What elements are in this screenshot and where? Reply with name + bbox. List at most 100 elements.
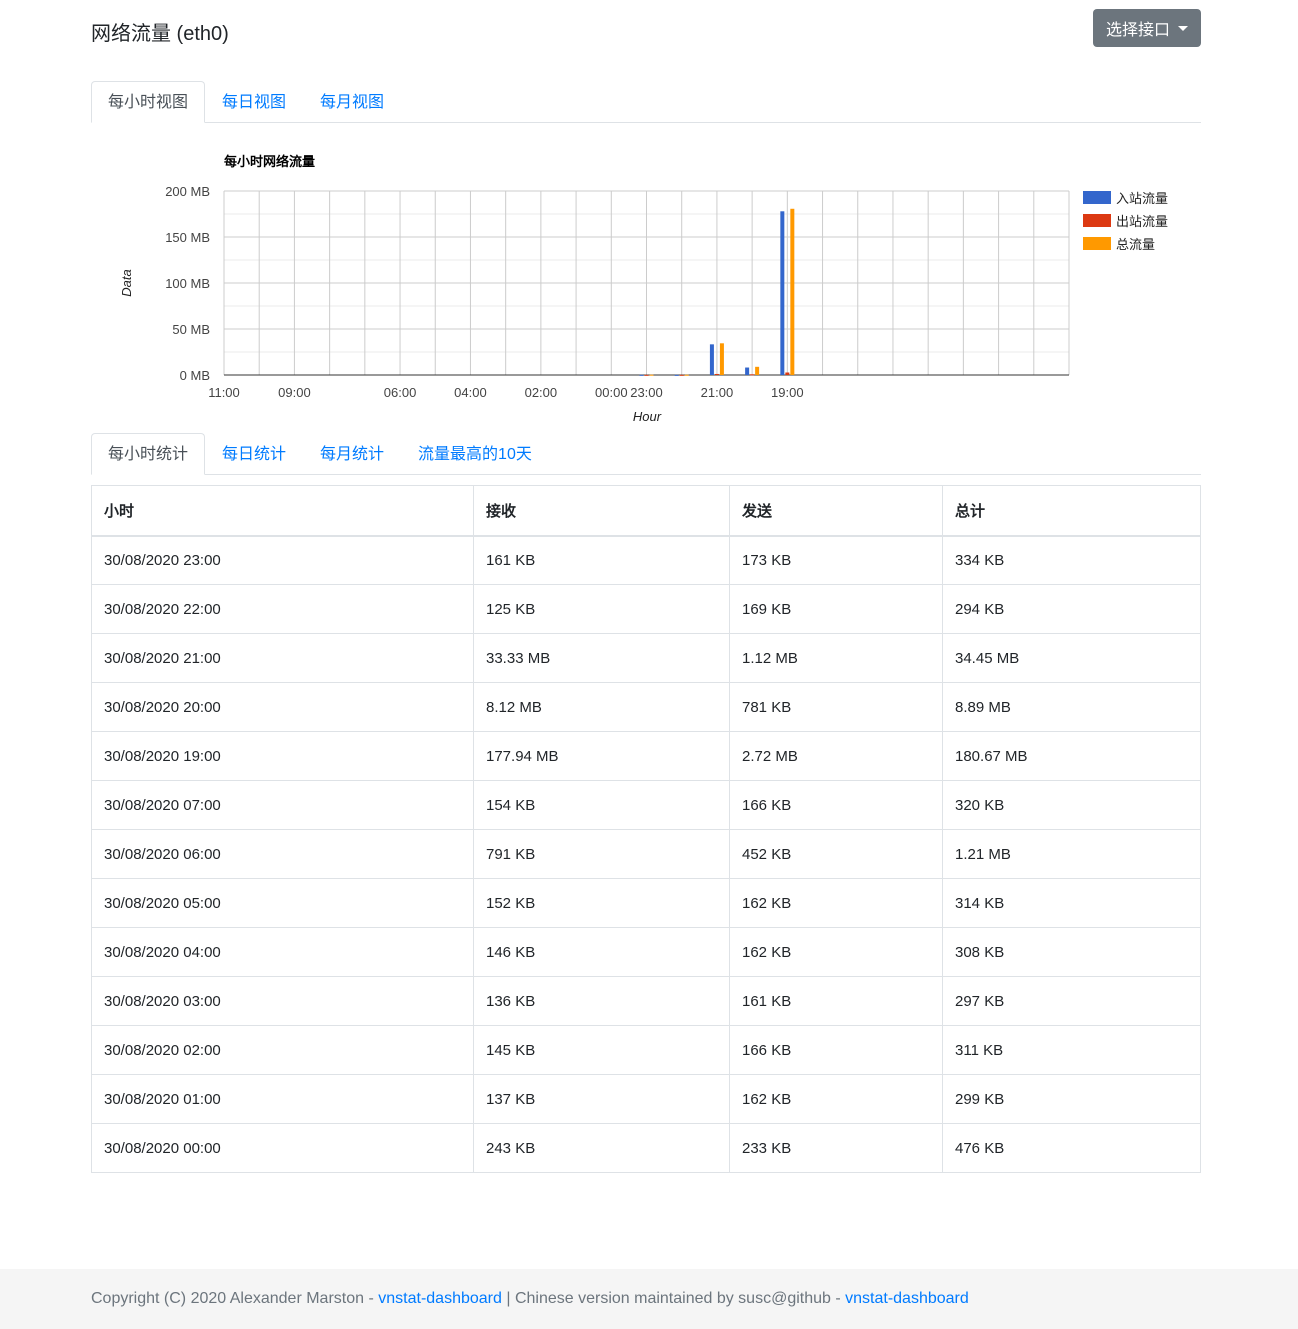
bar-1	[679, 374, 684, 376]
cell-hour: 30/08/2020 04:00	[91, 927, 474, 977]
cell-received: 145 KB	[473, 1025, 730, 1075]
legend-swatch	[1083, 191, 1111, 204]
chart-grid	[223, 190, 1070, 376]
tab-daily-stats[interactable]: 每日统计	[205, 433, 303, 475]
cell-sent: 166 KB	[729, 780, 943, 830]
cell-received: 146 KB	[473, 927, 730, 977]
y-axis-title: Data	[119, 269, 134, 296]
cell-total: 34.45 MB	[942, 633, 1201, 683]
bar-1	[644, 374, 649, 376]
cell-sent: 169 KB	[729, 584, 943, 634]
cell-received: 8.12 MB	[473, 682, 730, 732]
x-tick-label: 02:00	[525, 385, 558, 400]
select-interface-label: 选择接口	[1105, 22, 1170, 39]
table-header-row: 小时 接收 发送 总计	[91, 485, 1201, 537]
cell-hour: 30/08/2020 07:00	[91, 780, 474, 830]
cell-sent: 166 KB	[729, 1025, 943, 1075]
cell-hour: 30/08/2020 00:00	[91, 1123, 474, 1173]
y-tick-label: 150 MB	[165, 230, 210, 245]
footer-link-dashboard-cn[interactable]: vnstat-dashboard	[845, 1290, 969, 1307]
tab-hourly-view[interactable]: 每小时视图	[91, 81, 206, 123]
bar-0	[639, 374, 644, 376]
x-tick-label: 00:00	[595, 385, 628, 400]
bar-2	[719, 343, 724, 375]
table-row: 30/08/2020 20:00 8.12 MB 781 KB 8.89 MB	[91, 682, 1201, 732]
x-tick-label: 04:00	[454, 385, 487, 400]
cell-total: 308 KB	[942, 927, 1201, 977]
cell-total: 299 KB	[942, 1074, 1201, 1124]
cell-sent: 173 KB	[729, 535, 943, 585]
cell-sent: 2.72 MB	[729, 731, 943, 781]
cell-sent: 1.12 MB	[729, 633, 943, 683]
table-row: 30/08/2020 22:00 125 KB 169 KB 294 KB	[91, 584, 1201, 634]
bar-0	[745, 367, 750, 375]
legend-swatch	[1083, 237, 1111, 250]
cell-received: 243 KB	[473, 1123, 730, 1173]
table-row: 30/08/2020 19:00 177.94 MB 2.72 MB 180.67 M…	[91, 731, 1201, 781]
table-row: 30/08/2020 05:00 152 KB 162 KB 314 KB	[91, 878, 1201, 928]
cell-received: 136 KB	[473, 976, 730, 1026]
cell-received: 137 KB	[473, 1074, 730, 1124]
tab-monthly-stats[interactable]: 每月统计	[303, 433, 401, 475]
footer: Copyright (C) 2020 Alexander Marston - v…	[0, 1269, 1298, 1329]
column-header-hour: 小时	[91, 485, 474, 537]
cell-received: 177.94 MB	[473, 731, 730, 781]
hourly-stats-table: 小时 接收 发送 总计 30/08/2020 23:00 161 KB 173 KB…	[91, 485, 1201, 1173]
cell-total: 476 KB	[942, 1123, 1201, 1173]
select-interface-button[interactable]: 选择接口	[1093, 9, 1201, 47]
cell-hour: 30/08/2020 06:00	[91, 829, 474, 879]
y-tick-label: 100 MB	[165, 276, 210, 291]
cell-received: 791 KB	[473, 829, 730, 879]
cell-total: 297 KB	[942, 976, 1201, 1026]
tab-top10-days[interactable]: 流量最高的10天	[401, 433, 549, 475]
bar-0	[780, 211, 785, 375]
table-row: 30/08/2020 06:00 791 KB 452 KB 1.21 MB	[91, 829, 1201, 879]
legend-label: 入站流量	[1116, 191, 1168, 206]
bar-1	[750, 374, 755, 376]
legend-swatch	[1083, 214, 1111, 227]
cell-hour: 30/08/2020 21:00	[91, 633, 474, 683]
cell-hour: 30/08/2020 20:00	[91, 682, 474, 732]
cell-sent: 233 KB	[729, 1123, 943, 1173]
legend-label: 出站流量	[1116, 214, 1168, 229]
x-tick-label: 09:00	[278, 385, 311, 400]
x-tick-label: 23:00	[630, 385, 663, 400]
caret-down-icon	[1178, 25, 1188, 31]
hourly-traffic-chart: 每小时网络流量 0 MB 50 MB 100 MB 150 MB 200 MB 11:0…	[119, 154, 1168, 424]
cell-received: 154 KB	[473, 780, 730, 830]
y-tick-label: 200 MB	[165, 184, 210, 199]
tab-monthly-view[interactable]: 每月视图	[303, 81, 401, 123]
footer-maintainer: | Chinese version maintained by susc@git…	[501, 1290, 846, 1307]
table-row: 30/08/2020 07:00 154 KB 166 KB 320 KB	[91, 780, 1201, 830]
column-header-total: 总计	[942, 485, 1201, 537]
table-row: 30/08/2020 21:00 33.33 MB 1.12 MB 34.45 MB	[91, 633, 1201, 683]
bar-2	[755, 366, 760, 375]
table-row: 30/08/2020 01:00 137 KB 162 KB 299 KB	[91, 1074, 1201, 1124]
x-axis-ticks: 11:00 09:00 23:00 21:00 19:00 06:00 04:00 02:00…	[208, 385, 803, 400]
cell-sent: 161 KB	[729, 976, 943, 1026]
column-header-received: 接收	[473, 485, 730, 537]
cell-sent: 162 KB	[729, 1074, 943, 1124]
cell-sent: 162 KB	[729, 927, 943, 977]
cell-hour: 30/08/2020 01:00	[91, 1074, 474, 1124]
table-body: 30/08/2020 23:00 161 KB 173 KB 334 KB 30/08/…	[91, 535, 1201, 1173]
bar-0	[674, 374, 679, 376]
table-row: 30/08/2020 00:00 243 KB 233 KB 476 KB	[91, 1123, 1201, 1173]
cell-total: 314 KB	[942, 878, 1201, 928]
y-tick-label: 0 MB	[180, 368, 210, 383]
footer-link-dashboard[interactable]: vnstat-dashboard	[378, 1290, 502, 1307]
cell-total: 320 KB	[942, 780, 1201, 830]
tab-daily-view[interactable]: 每日视图	[205, 81, 303, 123]
bar-2	[684, 374, 689, 376]
cell-hour: 30/08/2020 19:00	[91, 731, 474, 781]
footer-text: Copyright (C) 2020 Alexander Marston - v…	[91, 1290, 969, 1308]
bar-2	[649, 374, 654, 376]
x-tick-label: 19:00	[771, 385, 804, 400]
cell-hour: 30/08/2020 03:00	[91, 976, 474, 1026]
cell-total: 334 KB	[942, 535, 1201, 585]
y-axis-ticks: 0 MB 50 MB 100 MB 150 MB 200 MB	[165, 184, 210, 383]
chart-view-tabs: 每小时视图 每日视图 每月视图	[91, 81, 1201, 123]
table-row: 30/08/2020 02:00 145 KB 166 KB 311 KB	[91, 1025, 1201, 1075]
tab-hourly-stats[interactable]: 每小时统计	[91, 433, 206, 475]
column-header-sent: 发送	[729, 485, 943, 537]
